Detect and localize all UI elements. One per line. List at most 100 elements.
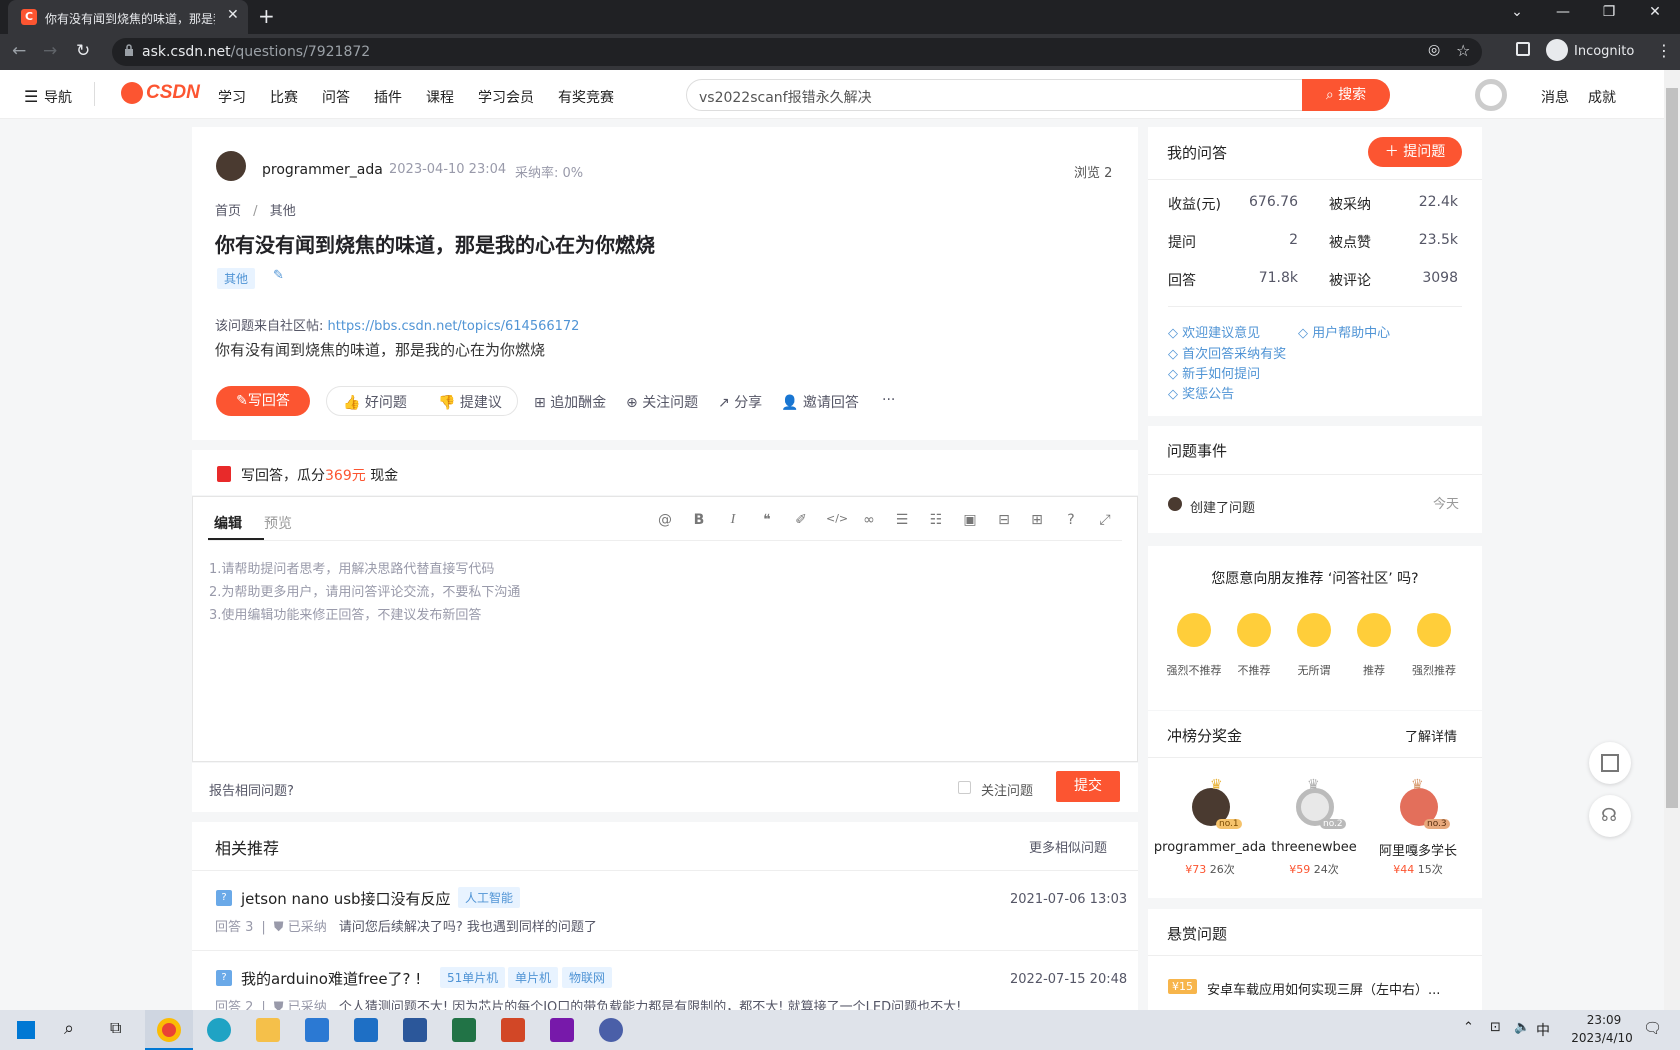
eye-off-icon[interactable]: ◎: [1428, 42, 1440, 58]
onenote-icon[interactable]: [550, 1018, 574, 1042]
author-avatar[interactable]: [216, 151, 246, 181]
invite-answer-button[interactable]: 👤 邀请回答: [781, 392, 859, 412]
good-question-button[interactable]: 👍 好问题: [343, 392, 407, 412]
csdn-logo-icon[interactable]: [121, 82, 143, 104]
nav-item-prize-contest[interactable]: 有奖竞赛: [558, 87, 614, 107]
tab-preview[interactable]: 预览: [264, 513, 292, 533]
hamburger-icon[interactable]: ☰: [24, 87, 38, 106]
neutral-emoji-icon[interactable]: [1297, 613, 1331, 647]
related-item-tag[interactable]: 人工智能: [458, 887, 521, 908]
submit-button[interactable]: 提交: [1056, 771, 1120, 802]
rank-more-link[interactable]: 了解详情: [1405, 726, 1457, 745]
help-link[interactable]: ◇ 欢迎建议意见: [1168, 322, 1260, 341]
numbered-list-icon[interactable]: ☷: [927, 512, 945, 530]
csdn-logo-text[interactable]: CSDN: [146, 82, 200, 104]
windows-start-icon[interactable]: [17, 1021, 35, 1039]
edge-icon[interactable]: [207, 1018, 231, 1042]
excel-icon[interactable]: [452, 1018, 476, 1042]
powerpoint-icon[interactable]: [501, 1018, 525, 1042]
breadcrumb-category[interactable]: 其他: [270, 204, 296, 219]
write-answer-button[interactable]: ✎写回答: [216, 386, 310, 416]
scrollbar-thumb[interactable]: [1666, 88, 1678, 808]
table-icon[interactable]: ⊞: [1028, 512, 1046, 530]
edit-tag-icon[interactable]: ✎: [273, 268, 284, 283]
minimize-icon[interactable]: —: [1540, 4, 1586, 20]
bookmark-star-icon[interactable]: ☆: [1456, 41, 1470, 60]
happy-emoji-icon[interactable]: [1357, 613, 1391, 647]
search-input[interactable]: vs2022scanf报错永久解决: [686, 79, 1390, 111]
address-bar[interactable]: ask.csdn.net/questions/7921872 ◎ ☆: [112, 38, 1482, 66]
maximize-icon[interactable]: ❐: [1586, 4, 1632, 20]
nav-item-membership[interactable]: 学习会员: [478, 87, 534, 107]
italic-icon[interactable]: I: [724, 512, 742, 530]
close-tab-icon[interactable]: ✕: [227, 7, 239, 23]
help-link[interactable]: ◇ 奖惩公告: [1168, 383, 1234, 402]
question-tag[interactable]: 其他: [217, 268, 256, 289]
nav-item-contest[interactable]: 比赛: [270, 87, 298, 107]
forward-icon[interactable]: →: [43, 41, 57, 61]
search-icon[interactable]: ⌕: [64, 1018, 74, 1039]
report-same-question-link[interactable]: 报告相同问题?: [209, 780, 294, 799]
clock-time[interactable]: 23:09: [1574, 1013, 1634, 1027]
word-icon[interactable]: [403, 1018, 427, 1042]
network-icon[interactable]: ⊡: [1490, 1020, 1501, 1035]
nav-item-plugins[interactable]: 插件: [374, 87, 402, 107]
reload-icon[interactable]: ↻: [76, 41, 90, 61]
achievements-link[interactable]: 成就: [1588, 87, 1616, 107]
bounty-question-link[interactable]: 安卓车载应用如何实现三屏（左中右）...: [1207, 979, 1465, 998]
editor-textarea[interactable]: 1.请帮助提问者思考，用解决思路代替直接写代码 2.为帮助更多用户，请用问答评论…: [209, 558, 520, 627]
task-view-icon[interactable]: ⧉: [110, 1018, 121, 1038]
share-button[interactable]: ↗ 分享: [718, 392, 762, 412]
source-link[interactable]: https://bbs.csdn.net/topics/614566172: [328, 319, 580, 334]
browser-tab[interactable]: C 你有没有闻到烧焦的味道，那是我的心在为你燃烧 ✕: [8, 0, 248, 34]
messages-link[interactable]: 消息: [1541, 87, 1569, 107]
code-block-icon[interactable]: ⊟: [995, 512, 1013, 530]
nav-item-courses[interactable]: 课程: [426, 87, 454, 107]
related-item-title[interactable]: jetson nano usb接口没有反应: [241, 888, 451, 909]
nav-item-qa[interactable]: 问答: [322, 87, 350, 107]
add-bounty-button[interactable]: ⊞ 追加酬金: [534, 392, 606, 412]
unhappy-emoji-icon[interactable]: [1237, 613, 1271, 647]
tray-chevron-icon[interactable]: ⌃: [1463, 1020, 1474, 1035]
file-explorer-icon[interactable]: [256, 1018, 280, 1042]
suggest-button[interactable]: 👎 提建议: [438, 392, 502, 412]
follow-question-button[interactable]: ⊕ 关注问题: [626, 392, 698, 412]
back-icon[interactable]: ←: [12, 41, 26, 61]
mail-icon[interactable]: [354, 1018, 378, 1042]
app-icon[interactable]: [599, 1018, 623, 1042]
author-name[interactable]: programmer_ada: [262, 162, 383, 178]
related-item-title[interactable]: 我的arduino难道free了? !: [241, 968, 421, 989]
code-icon[interactable]: </>: [826, 512, 848, 530]
help-link[interactable]: ◇ 用户帮助中心: [1298, 322, 1390, 341]
rank-name[interactable]: programmer_ada: [1152, 840, 1268, 855]
ask-question-button[interactable]: ＋ 提问题: [1368, 137, 1462, 167]
fullscreen-icon[interactable]: ⤢: [1096, 512, 1114, 530]
ime-indicator[interactable]: 中: [1536, 1020, 1550, 1040]
very-happy-emoji-icon[interactable]: [1417, 613, 1451, 647]
side-panel-icon[interactable]: [1516, 42, 1530, 56]
related-item-tag[interactable]: 51单片机: [440, 967, 506, 988]
help-link[interactable]: ◇ 新手如何提问: [1168, 363, 1260, 382]
clear-format-icon[interactable]: ✐: [792, 512, 810, 530]
clock-date[interactable]: 2023/4/10: [1560, 1031, 1644, 1045]
related-item-tag[interactable]: 物联网: [562, 967, 613, 988]
help-link[interactable]: ◇ 首次回答采纳有奖: [1168, 343, 1286, 362]
link-icon[interactable]: ∞: [860, 512, 878, 530]
bold-icon[interactable]: B: [690, 512, 708, 530]
store-icon[interactable]: [305, 1018, 329, 1042]
help-icon[interactable]: ?: [1062, 512, 1080, 530]
rank-name[interactable]: 阿里嘎多学长: [1360, 840, 1476, 859]
close-window-icon[interactable]: ✕: [1632, 4, 1678, 20]
image-icon[interactable]: ▣: [961, 512, 979, 530]
related-item-tag[interactable]: 单片机: [508, 967, 559, 988]
bulleted-list-icon[interactable]: ☰: [893, 512, 911, 530]
menu-kebab-icon[interactable]: ⋮: [1656, 41, 1672, 60]
quote-icon[interactable]: ❝: [758, 512, 776, 530]
chrome-icon[interactable]: [157, 1018, 181, 1042]
very-unhappy-emoji-icon[interactable]: [1177, 613, 1211, 647]
nav-label[interactable]: 导航: [44, 87, 72, 107]
notification-icon[interactable]: 🗨: [1643, 1019, 1662, 1037]
volume-icon[interactable]: 🔈: [1514, 1020, 1530, 1035]
rank-name[interactable]: threenewbee: [1256, 840, 1372, 855]
qr-code-button[interactable]: [1589, 742, 1631, 784]
